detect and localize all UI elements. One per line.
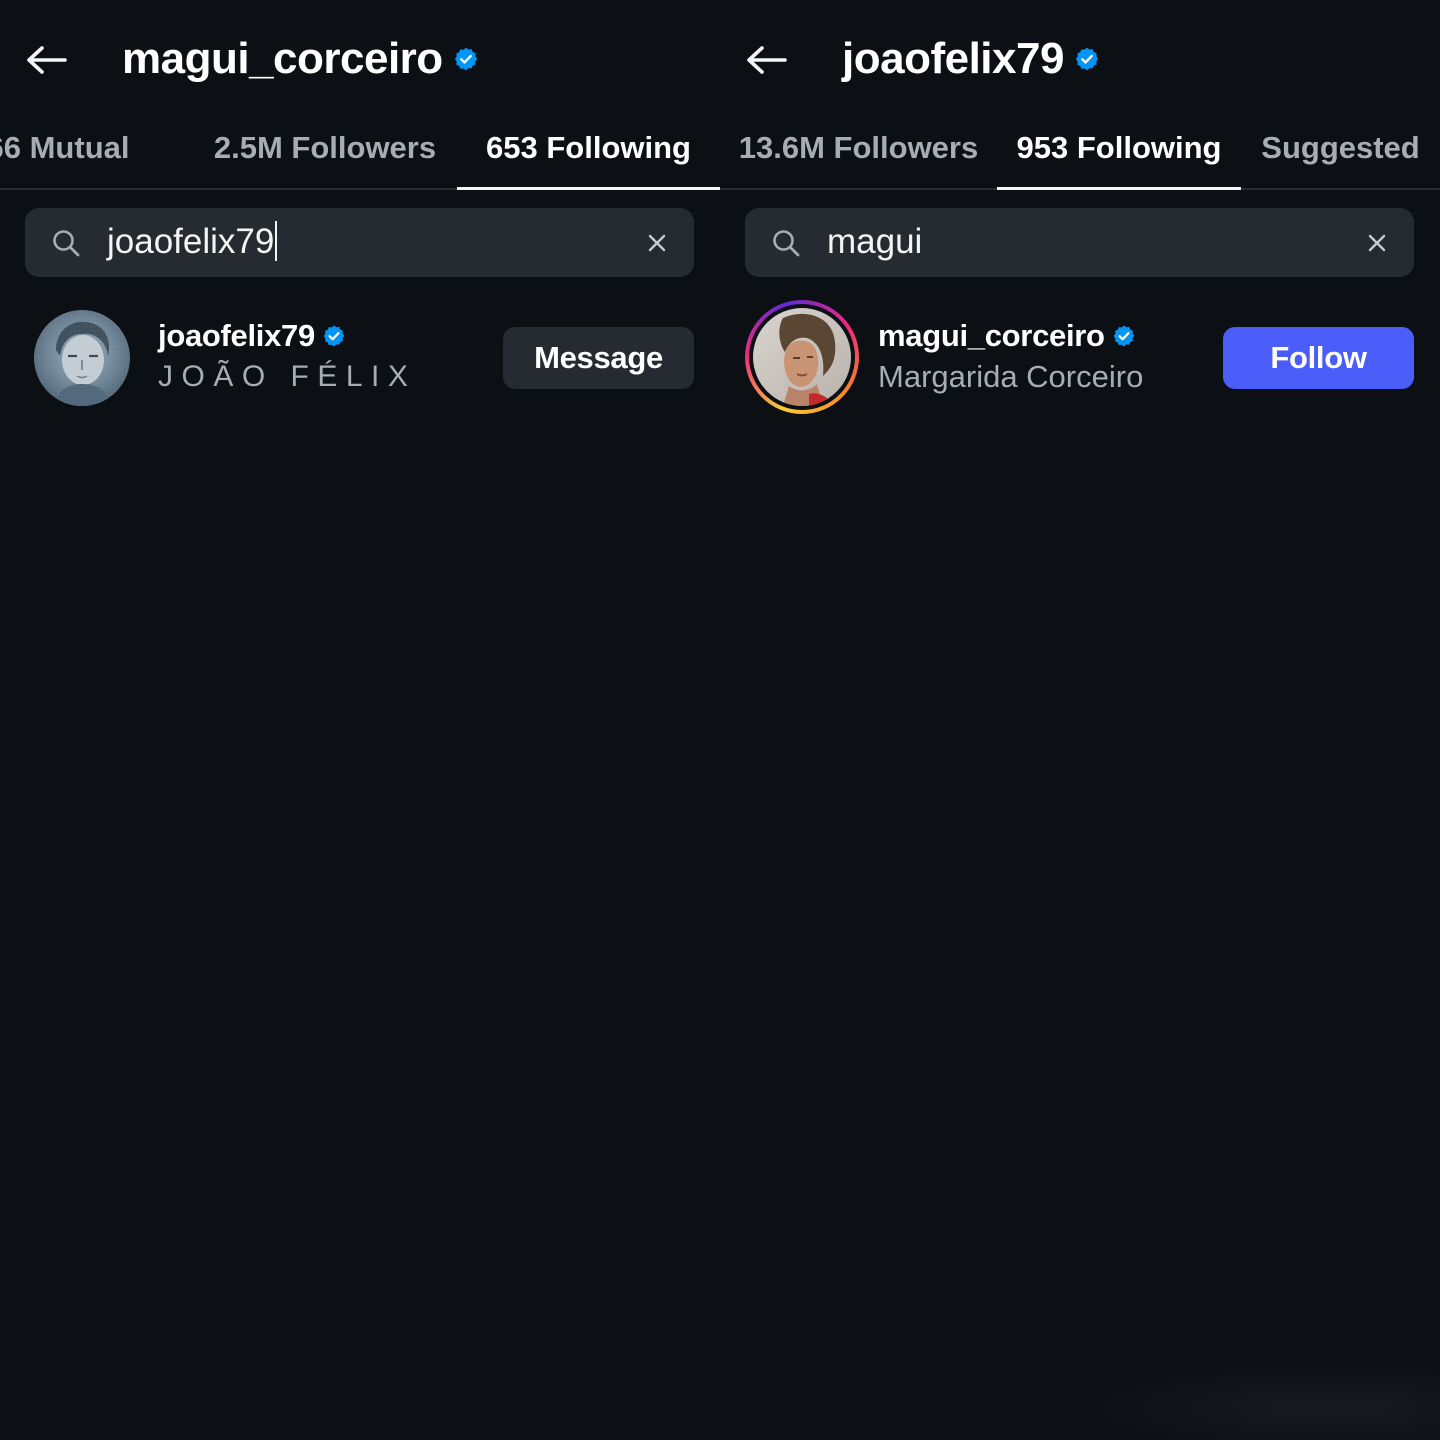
search-value: magui	[827, 222, 923, 261]
back-button[interactable]	[742, 38, 790, 82]
clear-search-button[interactable]	[1362, 228, 1392, 258]
user-info: magui_corceiro Margarida Corceiro	[878, 316, 1143, 398]
message-button[interactable]: Message	[503, 327, 694, 389]
tab-following[interactable]: 653 Following	[457, 128, 720, 188]
list-item[interactable]: magui_corceiro Margarida Corceiro Follow	[745, 300, 1414, 416]
image-artifact	[1070, 1360, 1440, 1440]
search-value: joaofelix79	[107, 220, 278, 264]
tab-label: 66 Mutual	[0, 130, 130, 165]
header: magui_corceiro	[0, 0, 720, 120]
tab-label: 2.5M Followers	[213, 130, 437, 165]
tab-bar: 66 Mutual 2.5M Followers 653 Following	[0, 118, 720, 190]
verified-badge-icon	[1112, 324, 1136, 348]
tab-bar: 13.6M Followers 953 Following Suggested	[720, 118, 1440, 190]
search-icon	[773, 230, 800, 257]
follow-button[interactable]: Follow	[1223, 327, 1414, 389]
tab-followers[interactable]: 2.5M Followers	[193, 128, 457, 188]
tab-label: 953 Following	[1016, 130, 1222, 165]
page-title: magui_corceiro	[122, 34, 443, 83]
list-item[interactable]: joaofelix79 JOÃO FÉLIX Message	[25, 300, 694, 416]
user-info: joaofelix79 JOÃO FÉLIX	[158, 316, 416, 398]
verified-badge-icon	[453, 46, 479, 72]
tab-mutual[interactable]: 66 Mutual	[0, 128, 145, 188]
tab-label: 13.6M Followers	[738, 130, 979, 165]
tab-following[interactable]: 953 Following	[997, 128, 1241, 188]
search-input[interactable]: joaofelix79	[25, 208, 694, 277]
full-name: Margarida Corceiro	[878, 359, 1144, 394]
button-label: Message	[534, 340, 663, 375]
search-input[interactable]: magui	[745, 208, 1414, 277]
button-label: Follow	[1270, 340, 1367, 375]
verified-badge-icon	[1074, 46, 1100, 72]
avatar[interactable]	[34, 310, 130, 406]
active-tab-indicator	[457, 187, 720, 190]
verified-badge-icon	[322, 324, 346, 348]
arrow-left-icon	[747, 46, 787, 74]
clear-search-button[interactable]	[642, 228, 672, 258]
full-name: JOÃO FÉLIX	[158, 360, 417, 393]
username[interactable]: magui_corceiro	[878, 316, 1105, 356]
page-title: joaofelix79	[842, 34, 1064, 83]
tab-suggested[interactable]: Suggested	[1241, 128, 1440, 188]
tab-label: Suggested	[1261, 130, 1420, 165]
header: joaofelix79	[720, 0, 1440, 120]
back-button[interactable]	[22, 38, 70, 82]
search-icon	[53, 230, 80, 257]
close-icon	[648, 234, 666, 252]
username[interactable]: joaofelix79	[158, 316, 315, 356]
avatar[interactable]	[745, 300, 859, 414]
arrow-left-icon	[27, 46, 67, 74]
active-tab-indicator	[997, 187, 1241, 190]
right-panel: joaofelix79 13.6M Followers 953 Followin…	[720, 0, 1440, 1440]
left-panel: magui_corceiro 66 Mutual 2.5M Followers …	[0, 0, 720, 1440]
close-icon	[1368, 234, 1386, 252]
tab-label: 653 Following	[486, 130, 691, 165]
tab-followers[interactable]: 13.6M Followers	[720, 128, 997, 188]
text-caret	[275, 220, 278, 261]
